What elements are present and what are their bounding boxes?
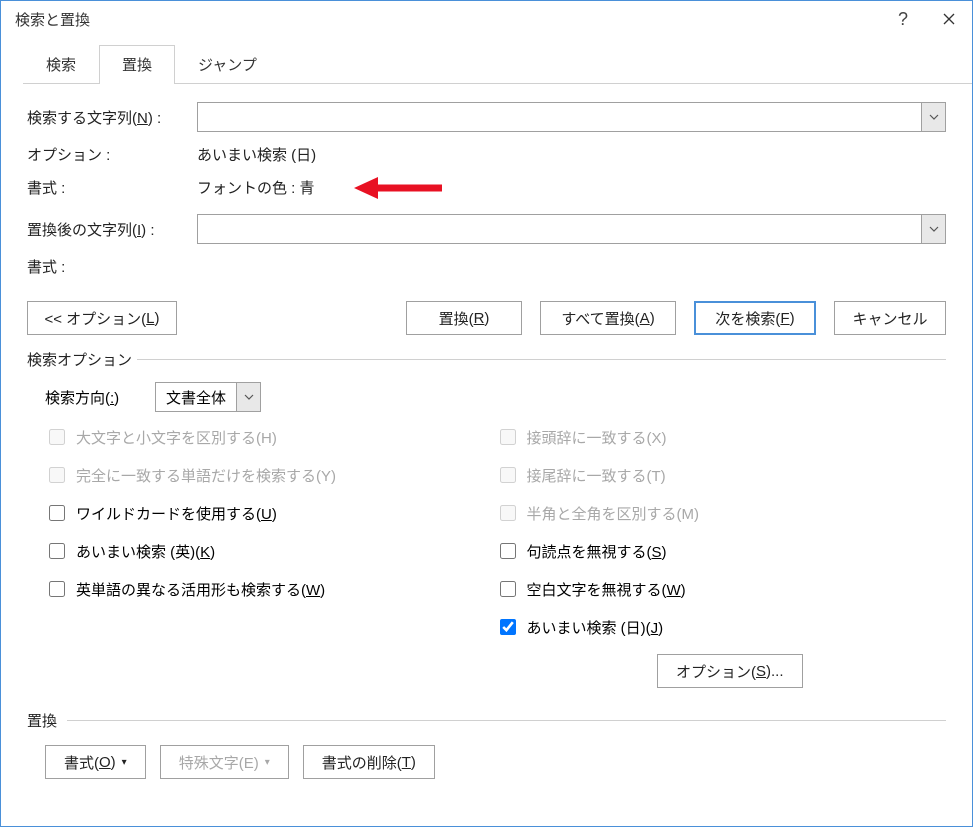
special-char-button[interactable]: 特殊文字(E)▾ [160,745,289,779]
checkbox-input [49,429,65,445]
replace-section-title: 置換 [27,710,946,731]
replace-all-button[interactable]: すべて置換(A) [540,301,676,335]
direction-select[interactable]: 文書全体 [155,382,237,412]
options-label: オプション : [27,144,197,165]
replace-label: 置換後の文字列(I) : [27,219,197,240]
format-value: フォントの色 : 青 [197,177,315,198]
checkbox-option: 接尾辞に一致する(T) [496,464,947,486]
find-next-button[interactable]: 次を検索(F) [694,301,816,335]
checkbox-option[interactable]: ワイルドカードを使用する(U) [45,502,496,524]
checkbox-option: 大文字と小文字を区別する(H) [45,426,496,448]
checkbox-input [500,505,516,521]
window-title: 検索と置換 [15,9,880,30]
close-button[interactable] [926,1,972,37]
checkbox-input [500,467,516,483]
checkbox-label: 接頭辞に一致する(X) [527,427,667,448]
checkbox-label: 大文字と小文字を区別する(H) [76,427,277,448]
main-button-row: << オプション(L) 置換(R) すべて置換(A) 次を検索(F) キャンセル [27,301,946,335]
checkbox-option[interactable]: 空白文字を無視する(W) [496,578,947,600]
replace-format-row: 書式 : [27,256,946,277]
checkbox-input[interactable] [49,505,65,521]
fuzzy-options-button[interactable]: オプション(S)... [657,654,803,688]
options-row: オプション : あいまい検索 (日) [27,144,946,165]
search-options-title: 検索オプション [27,349,946,370]
options-toggle-button[interactable]: << オプション(L) [27,301,177,335]
replace-fieldset: 置換 書式(O)▾ 特殊文字(E)▾ 書式の削除(T) [27,710,946,779]
checkbox-input [500,429,516,445]
checkbox-input[interactable] [500,581,516,597]
checkbox-option[interactable]: あいまい検索 (日)(J) [496,616,947,638]
checkbox-input[interactable] [49,581,65,597]
checkbox-input[interactable] [500,543,516,559]
checkbox-option: 半角と全角を区別する(M) [496,502,947,524]
chevron-down-icon: ▾ [265,757,270,768]
options-value: あいまい検索 (日) [197,144,316,165]
checkbox-label: 空白文字を無視する(W) [527,579,686,600]
checkbox-option[interactable]: 英単語の異なる活用形も検索する(W) [45,578,496,600]
replace-dropdown-button[interactable] [922,214,946,244]
dialog-content: 検索する文字列(N) : オプション : あいまい検索 (日) 書式 : フォン… [1,84,972,799]
checkbox-input [49,467,65,483]
checkbox-option[interactable]: 句読点を無視する(S) [496,540,947,562]
arrow-annotation [352,173,442,203]
chevron-down-icon: ▾ [122,757,127,768]
format-row: 書式 : フォントの色 : 青 [27,177,946,198]
direction-select-button[interactable] [237,382,261,412]
clear-format-button[interactable]: 書式の削除(T) [303,745,435,779]
checkbox-label: 半角と全角を区別する(M) [527,503,700,524]
checkbox-label: 完全に一致する単語だけを検索する(Y) [76,465,336,486]
checkbox-label: あいまい検索 (英)(K) [76,541,215,562]
checkbox-grid: 大文字と小文字を区別する(H) 完全に一致する単語だけを検索する(Y) ワイルドカー… [45,426,946,638]
find-input[interactable] [197,102,922,132]
replace-input[interactable] [197,214,922,244]
titlebar: 検索と置換 ? [1,1,972,37]
direction-label: 検索方向(:) [45,387,155,408]
format-label: 書式 : [27,177,197,198]
format-menu-button[interactable]: 書式(O)▾ [45,745,146,779]
close-icon [943,13,955,25]
replace-row: 置換後の文字列(I) : [27,214,946,244]
checkbox-label: 英単語の異なる活用形も検索する(W) [76,579,325,600]
checkbox-option: 接頭辞に一致する(X) [496,426,947,448]
chevron-down-icon [929,114,939,120]
help-button[interactable]: ? [880,1,926,37]
replace-format-label: 書式 : [27,256,197,277]
checkbox-label: ワイルドカードを使用する(U) [76,503,277,524]
checkbox-option[interactable]: あいまい検索 (英)(K) [45,540,496,562]
checkbox-input[interactable] [49,543,65,559]
checkbox-label: あいまい検索 (日)(J) [527,617,664,638]
checkbox-option: 完全に一致する単語だけを検索する(Y) [45,464,496,486]
replace-button[interactable]: 置換(R) [406,301,522,335]
cancel-button[interactable]: キャンセル [834,301,946,335]
find-row: 検索する文字列(N) : [27,102,946,132]
find-label: 検索する文字列(N) : [27,107,197,128]
checkbox-input[interactable] [500,619,516,635]
tab-strip: 検索 置換 ジャンプ [23,45,972,84]
chevron-down-icon [929,226,939,232]
tab-search[interactable]: 検索 [23,45,99,83]
tab-jump[interactable]: ジャンプ [175,45,280,83]
checkbox-label: 接尾辞に一致する(T) [527,465,666,486]
direction-row: 検索方向(:) 文書全体 [45,382,946,412]
chevron-down-icon [244,394,254,400]
checkbox-label: 句読点を無視する(S) [527,541,667,562]
search-options-fieldset: 検索オプション 検索方向(:) 文書全体 大文字と小文字を区別する(H) 完全に一… [27,349,946,688]
find-dropdown-button[interactable] [922,102,946,132]
tab-replace[interactable]: 置換 [99,45,175,84]
